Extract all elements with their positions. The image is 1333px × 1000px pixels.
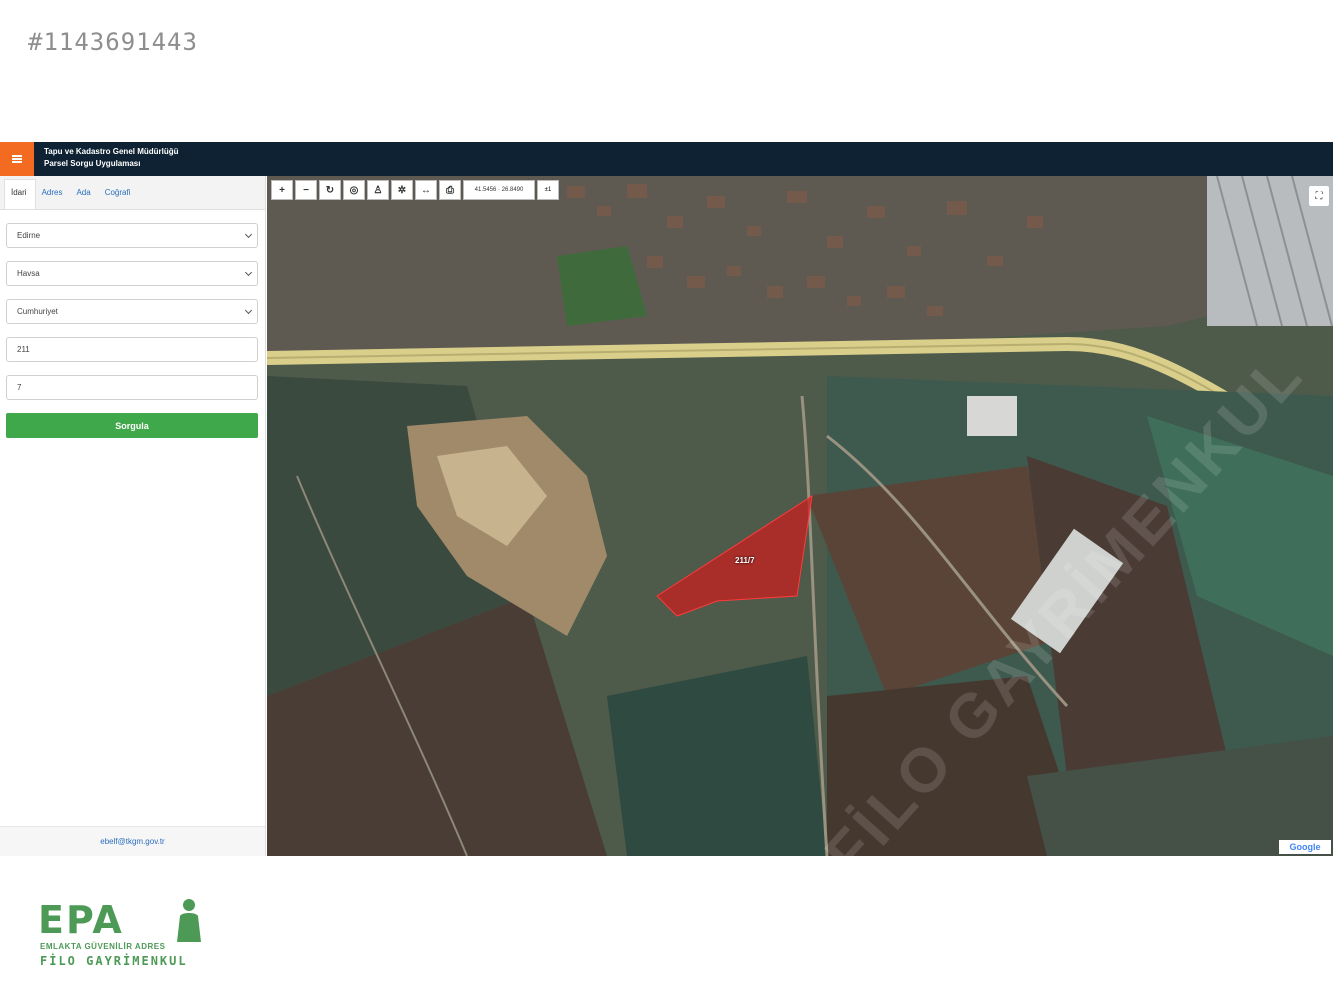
- app-title-line2: Parsel Sorgu Uygulaması: [44, 159, 141, 168]
- tab-bar: İdari Adres Ada Coğrafi: [0, 176, 265, 210]
- settings-button[interactable]: ✲: [391, 180, 413, 200]
- app-title-line1: Tapu ve Kadastro Genel Müdürlüğü: [44, 147, 179, 156]
- chevron-down-icon: [244, 230, 253, 239]
- menu-button[interactable]: [0, 142, 34, 176]
- person-logo-icon: [177, 899, 201, 942]
- neighborhood-value: Cumhuriyet: [17, 307, 58, 316]
- app-title: Tapu ve Kadastro Genel Müdürlüğü Parsel …: [44, 146, 179, 170]
- plus-icon: +: [279, 184, 285, 196]
- tab-adres[interactable]: Adres: [36, 179, 71, 209]
- tab-ada[interactable]: Ada: [70, 179, 98, 209]
- logo-company: FİLO GAYRİMENKUL: [40, 954, 188, 968]
- province-value: Edirne: [17, 231, 41, 240]
- parcel-label: 211/7: [735, 556, 755, 565]
- scale-box[interactable]: ±1: [537, 180, 559, 200]
- sidebar: İdari Adres Ada Coğrafi Edirne Havsa Cum…: [0, 176, 266, 856]
- district-select[interactable]: Havsa: [6, 261, 258, 286]
- zoom-in-button[interactable]: +: [271, 180, 293, 200]
- app-window: Tapu ve Kadastro Genel Müdürlüğü Parsel …: [0, 142, 1333, 856]
- minus-icon: −: [303, 184, 309, 196]
- top-bar: Tapu ve Kadastro Genel Müdürlüğü Parsel …: [0, 142, 1333, 176]
- gear-icon: ✲: [397, 184, 407, 196]
- tab-cografi[interactable]: Coğrafi: [99, 179, 139, 209]
- measure-button[interactable]: ↔: [415, 180, 437, 200]
- fullscreen-button[interactable]: ⛶: [1309, 186, 1329, 206]
- footer-link[interactable]: ebelf@tkgm.gov.tr: [0, 826, 265, 856]
- street-view-button[interactable]: ♙: [367, 180, 389, 200]
- province-select[interactable]: Edirne: [6, 223, 258, 248]
- listing-id: #1143691443: [28, 28, 198, 56]
- parcel-value: 7: [17, 383, 22, 392]
- block-input[interactable]: 211: [6, 337, 258, 362]
- print-button[interactable]: ⎙: [439, 180, 461, 200]
- tab-idari[interactable]: İdari: [4, 179, 36, 209]
- chevron-down-icon: [244, 306, 253, 315]
- coordinate-readout[interactable]: 41.5456 · 26.8490: [463, 180, 535, 200]
- measure-icon: ↔: [421, 184, 431, 196]
- locate-icon: ◎: [349, 184, 359, 196]
- person-icon: ♙: [373, 184, 383, 196]
- zoom-out-button[interactable]: −: [295, 180, 317, 200]
- rotate-button[interactable]: ↻: [319, 180, 341, 200]
- chevron-down-icon: [244, 268, 253, 277]
- company-logo: EPA EMLAKTA GÜVENİLİR ADRES FİLO GAYRİME…: [38, 898, 218, 978]
- map-attribution: Google: [1279, 840, 1331, 854]
- map-view[interactable]: EPA FİLO GAYRİMENKUL 211/7 + − ↻ ◎ ♙ ✲ ↔…: [267, 176, 1333, 856]
- hamburger-icon: [12, 155, 22, 163]
- map-toolbar: + − ↻ ◎ ♙ ✲ ↔ ⎙ 41.5456 · 26.8490 ±1: [271, 180, 559, 200]
- parcel-input[interactable]: 7: [6, 375, 258, 400]
- neighborhood-select[interactable]: Cumhuriyet: [6, 299, 258, 324]
- district-value: Havsa: [17, 269, 40, 278]
- query-button[interactable]: Sorgula: [6, 413, 258, 438]
- query-form: Edirne Havsa Cumhuriyet 211 7 Sorgula: [0, 210, 265, 438]
- locate-button[interactable]: ◎: [343, 180, 365, 200]
- print-icon: ⎙: [446, 184, 454, 196]
- rotate-icon: ↻: [325, 184, 335, 196]
- block-value: 211: [17, 345, 30, 354]
- logo-tagline: EMLAKTA GÜVENİLİR ADRES: [40, 942, 166, 951]
- fullscreen-icon: ⛶: [1315, 190, 1323, 202]
